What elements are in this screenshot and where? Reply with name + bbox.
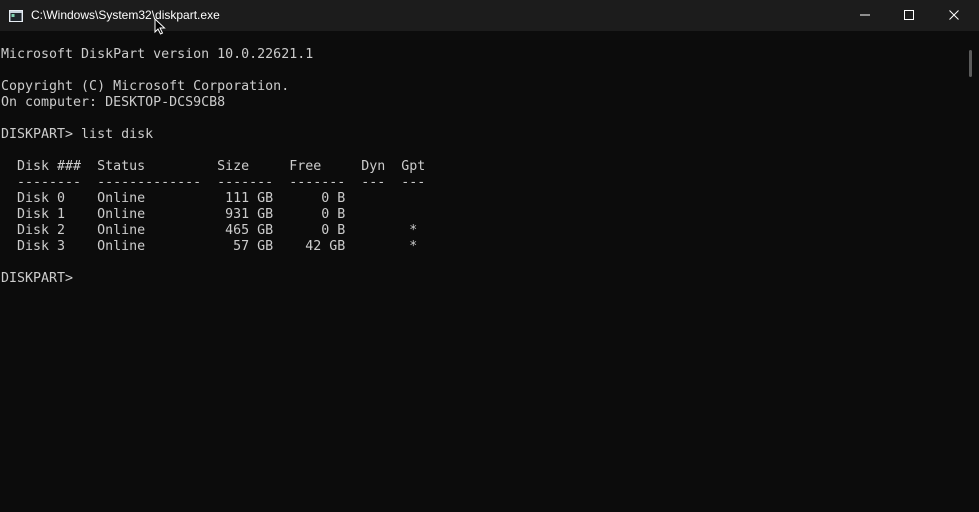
disk-table-separator: -------- ------------- ------- ------- -… — [1, 175, 426, 190]
maximize-icon — [904, 7, 914, 25]
console-line: On computer: DESKTOP-DCS9CB8 — [1, 95, 226, 110]
maximize-button[interactable] — [886, 0, 932, 31]
console-output[interactable]: Microsoft DiskPart version 10.0.22621.1 … — [1, 47, 425, 287]
title-bar[interactable]: C:\Windows\System32\diskpart.exe — [0, 0, 979, 35]
console-window: C:\Windows\System32\diskpart.exe Microso… — [0, 0, 979, 512]
console-line: Microsoft DiskPart version 10.0.22621.1 — [1, 47, 314, 62]
console-line: Copyright (C) Microsoft Corporation. — [1, 79, 290, 94]
minimize-button[interactable] — [842, 0, 888, 31]
disk-table-row: Disk 3 Online 57 GB 42 GB * — [1, 239, 418, 254]
console-app-icon — [9, 9, 23, 22]
disk-table-row: Disk 1 Online 931 GB 0 B — [1, 207, 346, 222]
close-button[interactable] — [931, 0, 977, 31]
minimize-icon — [860, 7, 870, 25]
mouse-pointer-icon — [154, 17, 166, 35]
disk-table-row: Disk 0 Online 111 GB 0 B — [1, 191, 346, 206]
disk-table-row: Disk 2 Online 465 GB 0 B * — [1, 223, 418, 238]
scrollbar-thumb[interactable] — [969, 50, 972, 77]
console-line: DISKPART> list disk — [1, 127, 154, 142]
disk-table-header: Disk ### Status Size Free Dyn Gpt — [1, 159, 426, 174]
command-prompt[interactable]: DISKPART> — [1, 271, 425, 287]
close-icon — [949, 7, 959, 25]
vertical-scrollbar[interactable] — [963, 31, 979, 512]
window-title: C:\Windows\System32\diskpart.exe — [31, 8, 220, 22]
